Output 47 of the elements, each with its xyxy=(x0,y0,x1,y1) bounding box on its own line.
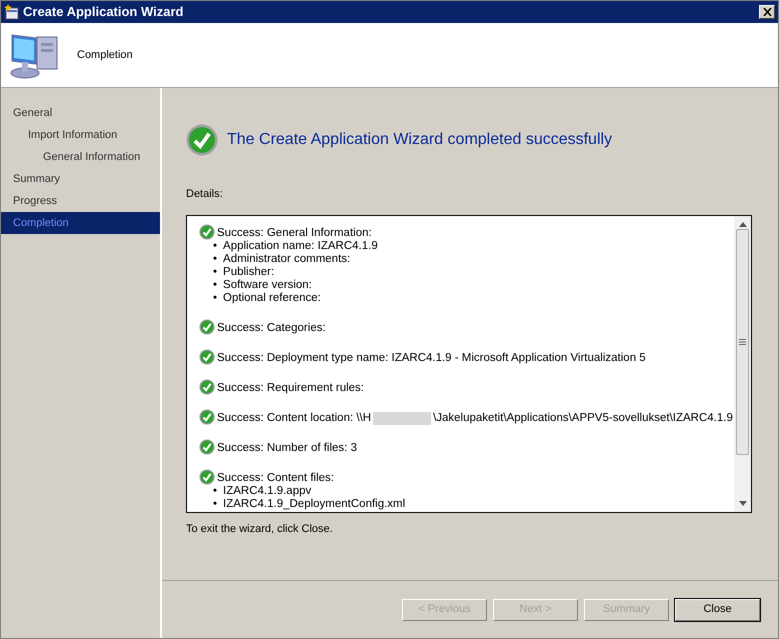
window-title: Create Application Wizard xyxy=(23,3,184,22)
bullet-marker: • xyxy=(213,292,218,304)
detail-text: Success: Content files: xyxy=(217,472,334,484)
bullet-marker: • xyxy=(213,266,218,278)
detail-text: Success: Categories: xyxy=(217,322,326,334)
scroll-down-icon[interactable] xyxy=(738,500,746,506)
success-check-icon xyxy=(199,378,215,394)
detail-item: IZARC4.1.9.appv xyxy=(223,484,312,498)
bullet-marker: • xyxy=(213,252,218,266)
detail-item: Administrator comments: xyxy=(223,252,350,266)
bullet-marker: • xyxy=(213,278,218,292)
exit-hint: To exit the wizard, click Close. xyxy=(186,522,334,536)
header-title: Completion xyxy=(77,48,133,63)
detail-text: Success: Requirement rules: xyxy=(217,382,364,394)
result-heading: The Create Application Wizard completed successfully xyxy=(227,130,612,150)
bullet-marker: • xyxy=(213,484,218,498)
detail-text: Success: General Information: xyxy=(217,226,372,240)
scroll-thumb[interactable] xyxy=(736,228,749,454)
success-check-icon xyxy=(199,408,215,424)
success-check-icon xyxy=(199,224,215,240)
wizard-step[interactable]: Completion xyxy=(1,212,160,234)
scrollbar[interactable] xyxy=(734,216,751,512)
success-check-icon xyxy=(199,348,215,364)
detail-item: Optional reference: xyxy=(223,292,321,304)
wizard-step[interactable]: Summary xyxy=(1,168,160,190)
close-icon[interactable] xyxy=(759,5,775,19)
wizard-step[interactable]: General Information xyxy=(1,146,160,168)
success-check-icon xyxy=(199,468,215,484)
wizard-step[interactable]: General xyxy=(1,102,160,124)
success-check-icon xyxy=(199,438,215,454)
detail-item: Publisher: xyxy=(223,266,274,278)
success-check-icon xyxy=(199,318,215,334)
app-icon xyxy=(4,4,20,20)
detail-text: \Jakelupaketit\Applications\APPV5-sovellukset\IZARC4.1.9 xyxy=(433,412,733,424)
detail-item: Application name: IZARC4.1.9 xyxy=(223,240,378,252)
detail-item: IZARC4.1.9_DeploymentConfig.xml xyxy=(223,498,406,510)
bullet-marker: • xyxy=(213,498,218,510)
wizard-step[interactable]: Import Information xyxy=(1,124,160,146)
detail-text: Success: Number of files: 3 xyxy=(217,442,357,454)
details-label: Details: xyxy=(186,187,224,202)
wizard-step[interactable]: Progress xyxy=(1,190,160,212)
detail-text: Success: Deployment type name: IZARC4.1.9 - Microsoft Application Virtualization 5 xyxy=(217,352,646,364)
bullet-marker: • xyxy=(213,240,218,252)
success-check-icon xyxy=(186,124,218,156)
detail-text: Success: Content location: \\H xyxy=(217,412,372,424)
detail-item: Software version: xyxy=(223,278,312,292)
wizard-button[interactable]: Close xyxy=(675,598,760,620)
